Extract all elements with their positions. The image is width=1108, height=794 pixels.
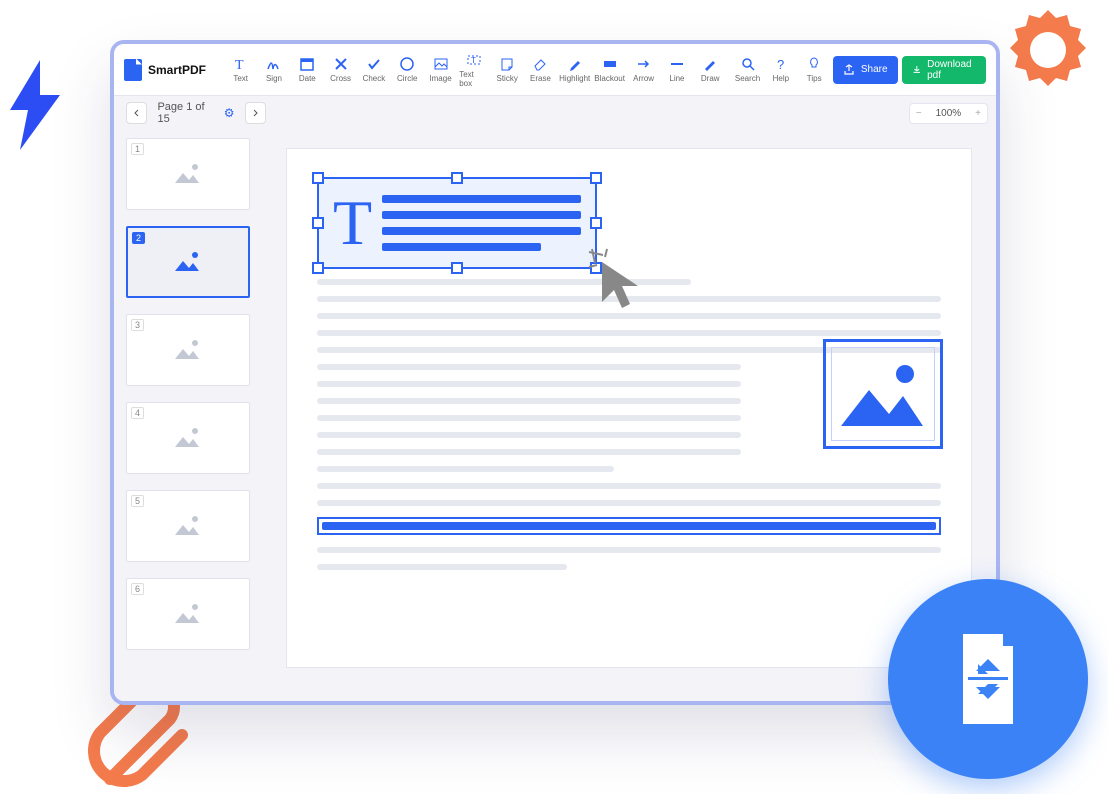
canvas-area[interactable]: T <box>262 130 996 701</box>
svg-text:?: ? <box>777 57 784 72</box>
paragraph-line <box>317 547 941 553</box>
calendar-icon <box>299 56 315 72</box>
line-icon <box>669 56 685 72</box>
zoom-value: 100% <box>928 104 970 123</box>
page-indicator: Page 1 of 15 ⚙ <box>157 101 234 125</box>
download-button[interactable]: Download pdf <box>902 56 986 84</box>
tool-highlight[interactable]: Highlight <box>559 56 590 83</box>
download-icon <box>912 64 922 76</box>
tool-text[interactable]: T Text <box>226 56 255 83</box>
tool-erase[interactable]: Erase <box>526 56 555 83</box>
search-icon <box>740 56 756 72</box>
page-nav-bar: Page 1 of 15 ⚙ − 100% + <box>114 96 996 130</box>
image-icon <box>833 354 933 434</box>
highlight-icon <box>567 56 583 72</box>
sign-icon <box>266 56 282 72</box>
thumbnail-1[interactable]: 1 <box>126 138 250 210</box>
thumbnail-panel: 1 2 3 4 5 6 <box>114 130 262 701</box>
image-placeholder-icon <box>171 161 205 187</box>
text-lines-icon <box>382 195 581 251</box>
svg-text:T: T <box>471 56 476 65</box>
tips-icon <box>806 56 822 72</box>
textbox-icon: T <box>466 52 482 68</box>
paragraph-placeholder <box>317 364 741 472</box>
image-placeholder-icon <box>171 337 205 363</box>
resize-handle[interactable] <box>451 172 463 184</box>
resize-handle[interactable] <box>590 217 602 229</box>
brand: SmartPDF <box>124 59 222 81</box>
tool-search[interactable]: Search <box>733 56 762 83</box>
thumbnail-2[interactable]: 2 <box>126 226 250 298</box>
help-icon: ? <box>773 56 789 72</box>
pdf-page[interactable]: T <box>286 148 972 668</box>
prev-page-button[interactable] <box>126 102 147 124</box>
tool-date[interactable]: Date <box>293 56 322 83</box>
brand-icon <box>124 59 142 81</box>
image-placeholder-icon <box>171 425 205 451</box>
image-icon <box>433 56 449 72</box>
arrow-icon <box>636 56 652 72</box>
cursor-icon <box>587 247 657 317</box>
image-placeholder-icon <box>171 513 205 539</box>
image-placeholder-icon <box>171 249 205 275</box>
zoom-out-button[interactable]: − <box>910 104 928 123</box>
resize-handle[interactable] <box>590 172 602 184</box>
share-icon <box>843 64 855 76</box>
thumbnail-5[interactable]: 5 <box>126 490 250 562</box>
gear-decoration <box>998 0 1098 100</box>
thumbnail-4[interactable]: 4 <box>126 402 250 474</box>
tool-sticky[interactable]: Sticky <box>493 56 522 83</box>
text-icon: T <box>233 56 249 72</box>
circle-icon <box>399 56 415 72</box>
share-button[interactable]: Share <box>833 56 898 84</box>
gear-icon[interactable]: ⚙ <box>224 106 235 120</box>
check-icon <box>366 56 382 72</box>
thumbnail-3[interactable]: 3 <box>126 314 250 386</box>
draw-icon <box>702 56 718 72</box>
chevron-left-icon <box>133 109 141 117</box>
resize-handle[interactable] <box>312 262 324 274</box>
paragraph-line <box>317 500 941 506</box>
main-area: 1 2 3 4 5 6 <box>114 130 996 701</box>
zoom-in-button[interactable]: + <box>969 104 987 123</box>
tool-sign[interactable]: Sign <box>259 56 288 83</box>
resize-handle[interactable] <box>312 172 324 184</box>
tool-cross[interactable]: Cross <box>326 56 355 83</box>
thumbnail-6[interactable]: 6 <box>126 578 250 650</box>
cross-icon <box>333 56 349 72</box>
tool-blackout[interactable]: Blackout <box>594 56 625 83</box>
tool-check[interactable]: Check <box>359 56 388 83</box>
tool-help[interactable]: ? Help <box>766 56 795 83</box>
next-page-button[interactable] <box>245 102 266 124</box>
resize-handle[interactable] <box>312 217 324 229</box>
tool-draw[interactable]: Draw <box>696 56 725 83</box>
tool-circle[interactable]: Circle <box>393 56 422 83</box>
tool-textbox[interactable]: T Text box <box>459 52 488 88</box>
selected-bar-element[interactable] <box>317 517 941 535</box>
text-glyph-icon: T <box>333 191 372 255</box>
svg-text:T: T <box>235 58 244 72</box>
main-toolbar: SmartPDF T Text Sign Date Cross Check Ci… <box>114 44 996 96</box>
image-placeholder-icon <box>171 601 205 627</box>
bolt-decoration <box>5 60 65 150</box>
paragraph-line <box>317 483 941 489</box>
tool-image[interactable]: Image <box>426 56 455 83</box>
image-placeholder[interactable] <box>823 339 943 449</box>
paragraph-line <box>317 564 567 570</box>
tool-arrow[interactable]: Arrow <box>629 56 658 83</box>
brand-label: SmartPDF <box>148 63 206 77</box>
app-window: SmartPDF T Text Sign Date Cross Check Ci… <box>110 40 1000 705</box>
chevron-right-icon <box>251 109 259 117</box>
tool-line[interactable]: Line <box>662 56 691 83</box>
erase-icon <box>532 56 548 72</box>
resize-handle[interactable] <box>451 262 463 274</box>
zoom-control: − 100% + <box>909 103 988 124</box>
blackout-icon <box>602 56 618 72</box>
selected-text-element[interactable]: T <box>317 177 597 269</box>
file-badge-decoration <box>888 579 1088 779</box>
sticky-icon <box>499 56 515 72</box>
tool-tips[interactable]: Tips <box>800 56 829 83</box>
